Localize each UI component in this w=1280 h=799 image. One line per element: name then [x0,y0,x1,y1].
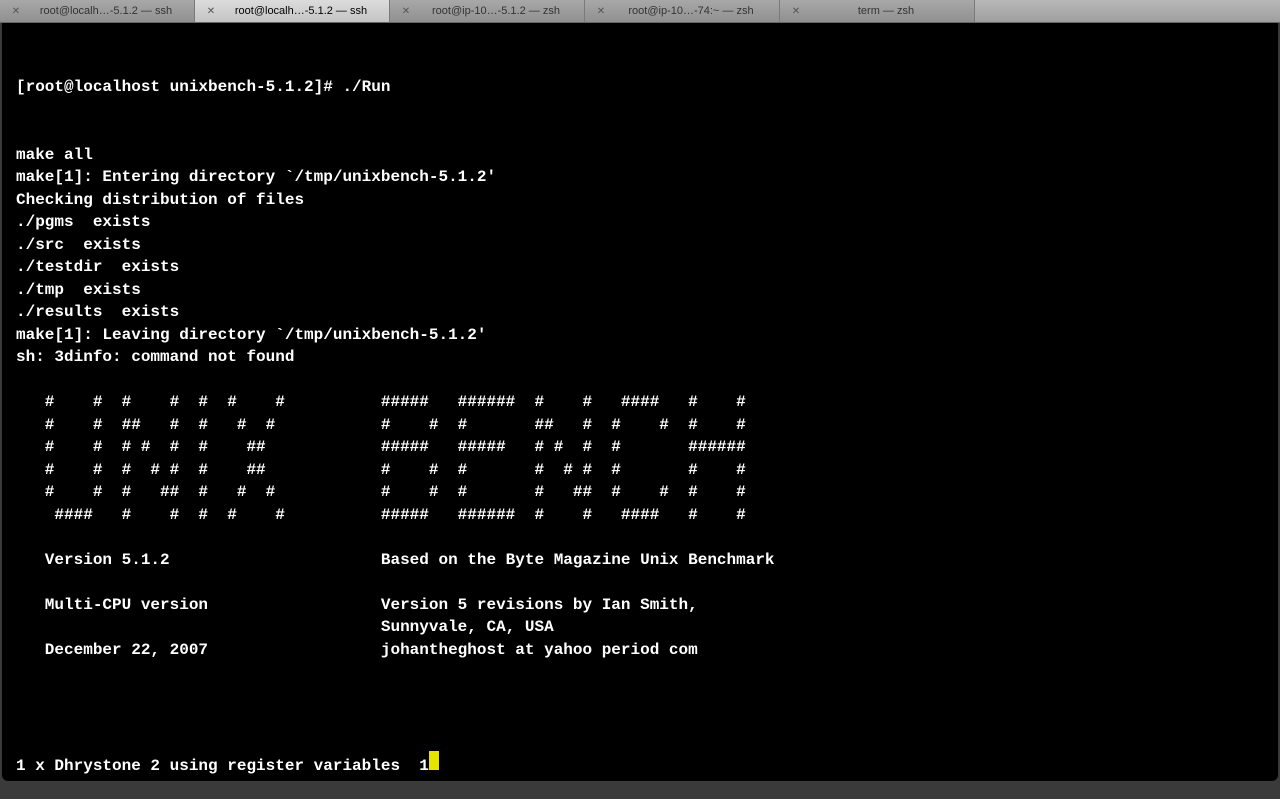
terminal-line: ./results exists [16,301,1264,324]
terminal-line: ./src exists [16,234,1264,257]
close-icon[interactable]: ✕ [10,5,22,17]
terminal-line: #### # # # # # ##### ###### # # #### # # [16,504,1264,527]
terminal-line [16,571,1264,594]
tab-2[interactable]: ✕ root@ip-10…-5.1.2 — zsh [390,0,585,22]
terminal-line: # # # # # # # ##### ###### # # #### # # [16,391,1264,414]
terminal-output: make allmake[1]: Entering directory `/tm… [16,144,1264,707]
close-icon[interactable]: ✕ [205,5,217,17]
terminal-line: make[1]: Leaving directory `/tmp/unixben… [16,324,1264,347]
terminal-line [16,526,1264,549]
cursor-block [429,751,439,770]
terminal-line: Checking distribution of files [16,189,1264,212]
terminal-line: sh: 3dinfo: command not found [16,346,1264,369]
prompt-line: [root@localhost unixbench-5.1.2]# ./Run [16,76,1264,99]
terminal-line: ./pgms exists [16,211,1264,234]
tab-4[interactable]: ✕ term — zsh [780,0,975,22]
tab-label: root@ip-10…-5.1.2 — zsh [418,5,574,17]
tab-3[interactable]: ✕ root@ip-10…-74:~ — zsh [585,0,780,22]
tab-1[interactable]: ✕ root@localh…-5.1.2 — ssh [195,0,390,22]
tab-label: root@localh…-5.1.2 — ssh [28,5,184,17]
tab-label: root@ip-10…-74:~ — zsh [613,5,769,17]
running-text: 1 x Dhrystone 2 using register variables… [16,755,429,778]
terminal-line [16,369,1264,392]
terminal-line: make all [16,144,1264,167]
close-icon[interactable]: ✕ [790,5,802,17]
terminal-line: Version 5.1.2 Based on the Byte Magazine… [16,549,1264,572]
terminal-line: # # # # # # ## ##### ##### # # # # #####… [16,436,1264,459]
terminal-line: Multi-CPU version Version 5 revisions by… [16,594,1264,617]
terminal-line: Sunnyvale, CA, USA [16,616,1264,639]
close-icon[interactable]: ✕ [595,5,607,17]
tab-label: root@localh…-5.1.2 — ssh [223,5,379,17]
terminal-line: ./tmp exists [16,279,1264,302]
close-icon[interactable]: ✕ [400,5,412,17]
tab-bar: ✕ root@localh…-5.1.2 — ssh ✕ root@localh…-5… [0,0,1280,23]
terminal-line: # # # # # # ## # # # # # # # # # [16,459,1264,482]
terminal-window[interactable]: [root@localhost unixbench-5.1.2]# ./Run … [2,23,1278,781]
terminal-running-line: 1 x Dhrystone 2 using register variables… [16,751,1264,778]
terminal-line: December 22, 2007 johantheghost at yahoo… [16,639,1264,662]
tab-label: term — zsh [808,5,964,17]
terminal-line: make[1]: Entering directory `/tmp/unixbe… [16,166,1264,189]
terminal-line: # # # ## # # # # # # # ## # # # # [16,481,1264,504]
terminal-line: # # ## # # # # # # # ## # # # # # [16,414,1264,437]
terminal-line [16,661,1264,684]
terminal-line [16,684,1264,707]
terminal-line: ./testdir exists [16,256,1264,279]
tab-0[interactable]: ✕ root@localh…-5.1.2 — ssh [0,0,195,22]
